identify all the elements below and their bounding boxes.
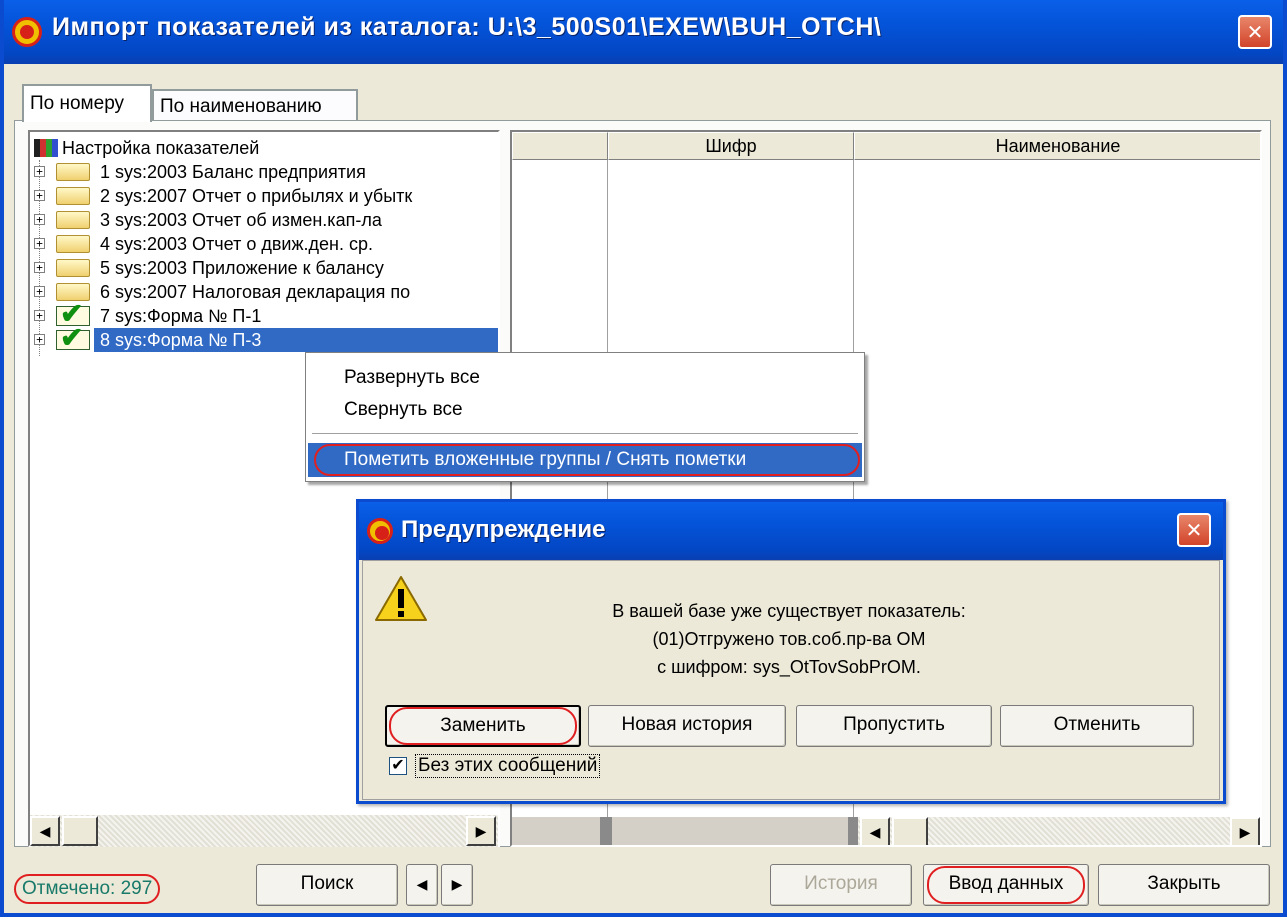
tree-item[interactable]: + 2 sys:2007 Отчет о прибылях и убытк — [34, 184, 498, 208]
search-button[interactable]: Поиск — [256, 864, 398, 906]
tree-item-label: 5 sys:2003 Приложение к балансу — [100, 258, 384, 278]
grid-header-blank[interactable] — [512, 132, 608, 160]
tree-item[interactable]: + 6 sys:2007 Налоговая декларация по — [34, 280, 498, 304]
scroll-thumb[interactable] — [62, 816, 98, 846]
highlight-annotation — [389, 707, 577, 745]
tree-item-label: 6 sys:2007 Налоговая декларация по — [100, 282, 411, 302]
expand-icon[interactable]: + — [34, 262, 45, 273]
scroll-right-icon[interactable]: ▶ — [466, 816, 496, 846]
folder-icon — [56, 163, 90, 181]
tree-hscrollbar[interactable]: ◀ ▶ — [30, 815, 498, 847]
expand-icon[interactable]: + — [34, 214, 45, 225]
warning-dialog: Предупреждение ✕ В вашей базе уже сущест… — [356, 499, 1226, 804]
window-titlebar: Импорт показателей из каталога: U:\3_500… — [0, 0, 1287, 64]
grid-hscrollbar[interactable]: ◀ ▶ — [858, 817, 1260, 845]
dialog-message: В вашей базе уже существует показатель: … — [489, 597, 1089, 681]
menu-item-expand-all[interactable]: Развернуть все — [308, 361, 862, 395]
folder-icon — [56, 259, 90, 277]
tree-item[interactable]: + ✔ 7 sys:Форма № П-1 — [34, 298, 498, 329]
grid-header-name[interactable]: Наименование — [854, 132, 1260, 160]
cancel-button[interactable]: Отменить — [1000, 705, 1194, 747]
tab-by-number[interactable]: По номеру — [22, 84, 152, 122]
dialog-message-line: В вашей базе уже существует показатель: — [612, 601, 966, 621]
tab-by-name[interactable]: По наименованию — [152, 89, 358, 122]
tree-item-label: 7 sys:Форма № П-1 — [100, 306, 262, 326]
app-logo-icon — [12, 17, 42, 47]
expand-icon[interactable]: + — [34, 310, 45, 321]
tree-item-label: 8 sys:Форма № П-3 — [100, 330, 262, 350]
history-button[interactable]: История — [770, 864, 912, 906]
tree-item-label: 3 sys:2003 Отчет об измен.кап-ла — [100, 210, 382, 230]
scroll-right-icon[interactable]: ▶ — [1230, 817, 1260, 845]
folder-icon — [56, 235, 90, 253]
folder-icon — [56, 187, 90, 205]
expand-icon[interactable]: + — [34, 334, 45, 345]
tree-item[interactable]: + 5 sys:2003 Приложение к балансу — [34, 256, 498, 280]
window-close-button[interactable]: ✕ — [1238, 15, 1272, 49]
scroll-left-icon[interactable]: ◀ — [30, 816, 60, 846]
menu-separator — [312, 433, 858, 434]
checkmark-icon: ✔ — [60, 298, 84, 329]
no-messages-label[interactable]: Без этих сообщений — [415, 754, 601, 778]
warning-icon — [375, 576, 427, 621]
tree-item-label: 1 sys:2003 Баланс предприятия — [100, 162, 366, 182]
no-messages-checkbox[interactable]: ✔ — [389, 757, 407, 775]
tree-item[interactable]: + 4 sys:2003 Отчет о движ.ден. ср. — [34, 232, 498, 256]
splitter-handle[interactable] — [600, 817, 612, 845]
skip-button[interactable]: Пропустить — [796, 705, 992, 747]
settings-icon — [34, 139, 58, 157]
scroll-left-icon[interactable]: ◀ — [860, 817, 890, 845]
dialog-titlebar: Предупреждение ✕ — [359, 502, 1223, 560]
dialog-message-line: (01)Отгружено тов.соб.пр-ва ОМ — [652, 629, 926, 649]
expand-icon[interactable]: + — [34, 238, 45, 249]
dialog-title: Предупреждение — [401, 516, 606, 543]
expand-icon[interactable]: + — [34, 286, 45, 297]
checkmark-icon: ✔ — [60, 322, 84, 353]
tree-item[interactable]: + 1 sys:2003 Баланс предприятия — [34, 160, 498, 184]
highlight-annotation — [927, 866, 1085, 904]
close-button[interactable]: Закрыть — [1098, 864, 1270, 906]
tree-item[interactable]: + 3 sys:2003 Отчет об измен.кап-ла — [34, 208, 498, 232]
tree-item-label: 4 sys:2003 Отчет о движ.ден. ср. — [100, 234, 373, 254]
app-logo-icon — [367, 518, 393, 544]
marked-count: Отмечено: 297 — [14, 874, 161, 904]
menu-item-collapse-all[interactable]: Свернуть все — [308, 393, 862, 427]
next-arrow-icon[interactable]: ▶ — [441, 864, 473, 906]
expand-icon[interactable]: + — [34, 190, 45, 201]
tree-root-label: Настройка показателей — [62, 138, 260, 158]
grid-scroll-area[interactable] — [512, 817, 860, 845]
tree-item-label: 2 sys:2007 Отчет о прибылях и убытк — [100, 186, 413, 206]
expand-icon[interactable]: + — [34, 166, 45, 177]
window-title: Импорт показателей из каталога: U:\3_500… — [52, 13, 882, 41]
tree-item-selected[interactable]: + ✔ 8 sys:Форма № П-3 — [34, 322, 498, 353]
dialog-message-line: с шифром: sys_OtTovSobPrOM. — [657, 657, 921, 677]
dialog-close-button[interactable]: ✕ — [1177, 513, 1211, 547]
new-history-button[interactable]: Новая история — [588, 705, 786, 747]
highlight-annotation — [314, 444, 860, 476]
grid-header-code[interactable]: Шифр — [608, 132, 854, 160]
folder-icon — [56, 211, 90, 229]
prev-arrow-icon[interactable]: ◀ — [406, 864, 438, 906]
scroll-thumb[interactable] — [892, 817, 928, 845]
context-menu: Развернуть все Свернуть все Пометить вло… — [305, 352, 865, 482]
